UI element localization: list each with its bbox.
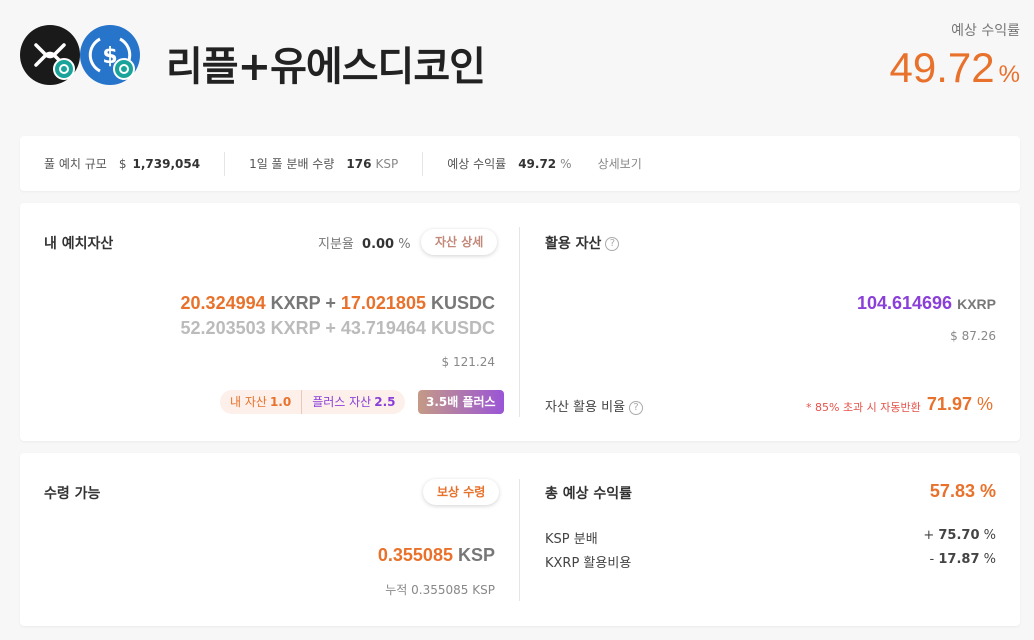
cumulative-symbol: KSP: [472, 583, 495, 597]
utilization-ratio-label: 자산 활용 비율?: [545, 396, 644, 415]
utilized-usd-value: 87.26: [961, 329, 996, 343]
kusdc-amount: 17.021805: [340, 293, 426, 313]
detail-link[interactable]: 상세보기: [598, 155, 642, 172]
kusdc-total: 43.719464: [340, 318, 426, 338]
utilized-usd-currency: $: [950, 329, 958, 343]
kusdc-symbol: KUSDC: [430, 293, 495, 313]
pool-summary-bar: 풀 예치 규모 $ 1,739,054 1일 풀 분배 수량 176 KSP 예…: [20, 136, 1020, 191]
total-return-title: 총 예상 수익률: [545, 486, 633, 502]
ratio-number: 71.97: [926, 394, 972, 414]
daily-distribution-value: 176: [346, 156, 372, 171]
apr-value: 49.72%: [890, 44, 1020, 92]
pool-size-value: 1,739,054: [132, 156, 201, 171]
summary-apr-value: 49.72: [518, 156, 557, 171]
utilized-usd: $ 87.26: [950, 329, 996, 343]
summary-apr: 예상 수익률 49.72 % 상세보기: [422, 151, 666, 176]
asset-detail-button[interactable]: 자산 상세: [421, 229, 498, 255]
reward-card: 수령 가능 보상 수령 0.355085 KSP 누적 0.355085 KSP…: [20, 453, 1020, 626]
claimable-ksp-symbol: KSP: [457, 545, 495, 565]
deposit-amount-current: 20.324994 KXRP + 17.021805 KUSDC: [181, 293, 495, 314]
my-asset-tag: 내 자산 1.0: [230, 395, 292, 409]
kxrp-total: 52.203503: [180, 318, 266, 338]
help-icon[interactable]: ?: [629, 400, 644, 415]
deposit-amount-total: 52.203503 KXRP + 43.719464 KUSDC: [181, 318, 495, 339]
daily-distribution-unit: KSP: [375, 156, 399, 171]
summary-apr-unit: %: [560, 156, 572, 171]
total-return-value: 57.83 %: [930, 481, 996, 502]
plus-sign: +: [325, 318, 336, 338]
pool-header: $ 리플+유에스디코인 예상 수익률 49.72%: [0, 0, 1034, 120]
apr-number: 49.72: [889, 44, 995, 91]
return-row-value: + 75.70 %: [923, 528, 996, 543]
total-return-number: 57.83: [929, 481, 975, 501]
daily-distribution-label: 1일 풀 분배 수량: [249, 157, 335, 171]
claimable-title: 수령 가능: [44, 486, 101, 502]
total-return-unit: %: [979, 481, 996, 501]
multiplier-badge: 3.5배 플러스: [418, 390, 504, 414]
xrp-coin-icon: [20, 25, 80, 85]
klay-badge-icon: [113, 58, 135, 80]
ratio-unit: %: [976, 394, 993, 414]
apr-label: 예상 수익률: [951, 23, 1020, 39]
deposit-card: 내 예치자산 지분율 0.00 % 자산 상세 20.324994 KXRP +…: [20, 203, 1020, 441]
cumulative-reward: 누적 0.355085 KSP: [385, 581, 495, 598]
plus-asset-tag: 플러스 자산 2.5: [301, 390, 405, 414]
usd-currency: $: [441, 355, 450, 369]
my-deposit-title: 내 예치자산: [44, 236, 114, 252]
utilized-kxrp-amount: 104.614696: [856, 293, 953, 313]
ratio-label-text: 자산 활용 비율: [545, 400, 626, 415]
claimable-amount: 0.355085 KSP: [378, 545, 495, 566]
utilized-title: 활용 자산?: [545, 233, 620, 253]
klay-badge-icon: [53, 58, 75, 80]
kxrp-symbol: KXRP: [270, 318, 321, 338]
share-ratio: 지분율 0.00 %: [318, 233, 411, 252]
plus-sign: +: [325, 293, 336, 313]
summary-apr-label: 예상 수익률: [447, 157, 507, 171]
return-row-value: - 17.87 %: [929, 552, 996, 567]
kxrp-symbol: KXRP: [270, 293, 321, 313]
usdc-coin-icon: $: [80, 25, 140, 85]
daily-distribution: 1일 풀 분배 수량 176 KSP: [224, 151, 422, 176]
pool-title: 리플+유에스디코인: [166, 44, 486, 90]
auto-return-note: * 85% 초과 시 자동반환: [806, 401, 921, 414]
divider: [519, 227, 520, 417]
utilized-amount: 104.614696 KXRP: [857, 293, 996, 314]
pool-size-label: 풀 예치 규모: [44, 157, 107, 171]
divider: [519, 479, 520, 601]
usd-value: 121.24: [453, 355, 495, 369]
return-row-label: KSP 분배: [545, 532, 598, 547]
kxrp-amount: 20.324994: [180, 293, 266, 313]
cumulative-label: 누적: [385, 583, 408, 597]
share-value: 0.00: [362, 237, 395, 252]
share-unit: %: [398, 237, 411, 252]
deposit-usd: $ 121.24: [442, 355, 495, 369]
claimable-ksp-amount: 0.355085: [377, 545, 453, 565]
utilized-title-text: 활용 자산: [545, 236, 602, 252]
claim-reward-button[interactable]: 보상 수령: [423, 479, 500, 505]
return-row-label: KXRP 활용비용: [545, 556, 632, 571]
asset-composition-tag: 내 자산 1.0 플러스 자산 2.5: [220, 390, 406, 414]
utilized-kxrp-symbol: KXRP: [957, 296, 996, 312]
share-label: 지분율: [318, 237, 354, 252]
cumulative-value: 0.355085: [411, 583, 469, 597]
apr-unit: %: [998, 61, 1020, 88]
pool-size: 풀 예치 규모 $ 1,739,054: [20, 152, 224, 176]
pool-size-currency: $: [118, 156, 127, 171]
kusdc-symbol: KUSDC: [430, 318, 495, 338]
utilization-ratio-value: 71.97 %: [927, 394, 993, 415]
help-icon[interactable]: ?: [605, 237, 620, 251]
